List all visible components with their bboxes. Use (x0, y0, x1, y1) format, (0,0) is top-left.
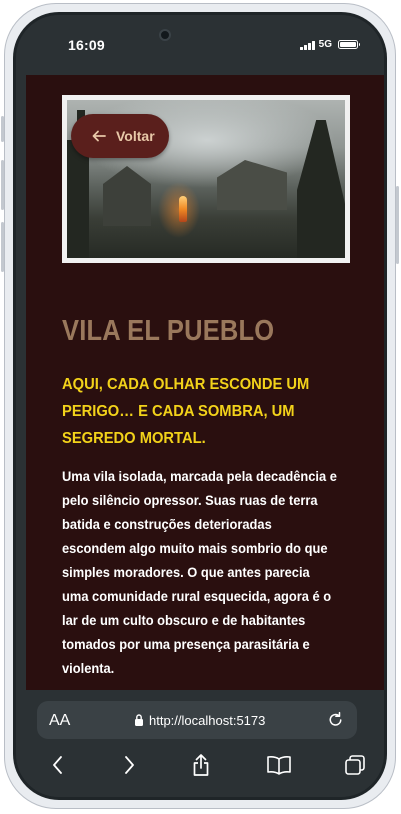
status-indicators: 5G (300, 39, 360, 50)
phone-screen: 16:09 5G Voltar VILA EL PUEBLO AQUI, CAD… (16, 15, 384, 797)
tabs-icon (345, 755, 365, 775)
share-button[interactable] (184, 748, 218, 782)
reload-icon[interactable] (326, 710, 345, 729)
fire-glow (179, 196, 187, 222)
phone-bezel: 16:09 5G Voltar VILA EL PUEBLO AQUI, CAD… (13, 12, 387, 800)
volume-down-button (1, 222, 4, 272)
forward-icon (125, 756, 134, 774)
page-title: VILA EL PUEBLO (62, 315, 275, 347)
back-button[interactable]: Voltar (71, 114, 169, 158)
back-icon (53, 756, 62, 774)
signal-icon (300, 40, 315, 50)
share-icon (193, 754, 209, 776)
browser-nav-toolbar (16, 748, 384, 788)
front-camera (159, 29, 171, 41)
status-time: 16:09 (68, 37, 105, 53)
back-nav-button[interactable] (41, 748, 75, 782)
address-bar[interactable]: AA http://localhost:5173 (37, 701, 357, 739)
forward-nav-button[interactable] (112, 748, 146, 782)
bookmarks-icon (267, 756, 291, 775)
phone-frame: 16:09 5G Voltar VILA EL PUEBLO AQUI, CAD… (1, 3, 399, 809)
arrow-left-icon (92, 130, 106, 142)
network-label: 5G (318, 39, 332, 50)
status-bar: 16:09 5G (16, 15, 384, 75)
bookmarks-button[interactable] (262, 748, 296, 782)
volume-up-button (1, 160, 4, 210)
tabs-button[interactable] (338, 748, 372, 782)
page-subtitle: AQUI, CADA OLHAR ESCONDE UM PERIGO… E CA… (62, 376, 310, 447)
battery-icon (338, 40, 360, 49)
page-content[interactable]: Voltar VILA EL PUEBLO AQUI, CADA OLHAR E… (26, 75, 384, 690)
url-text[interactable]: http://localhost:5173 (149, 713, 265, 728)
browser-toolbar: AA http://localhost:5173 (16, 690, 384, 797)
power-button (396, 186, 399, 264)
silent-switch (1, 116, 4, 142)
page-description: Uma vila isolada, marcada pela decadênci… (62, 468, 337, 676)
back-button-label: Voltar (116, 128, 155, 144)
lock-icon (135, 714, 143, 726)
text-size-button[interactable]: AA (49, 712, 70, 730)
